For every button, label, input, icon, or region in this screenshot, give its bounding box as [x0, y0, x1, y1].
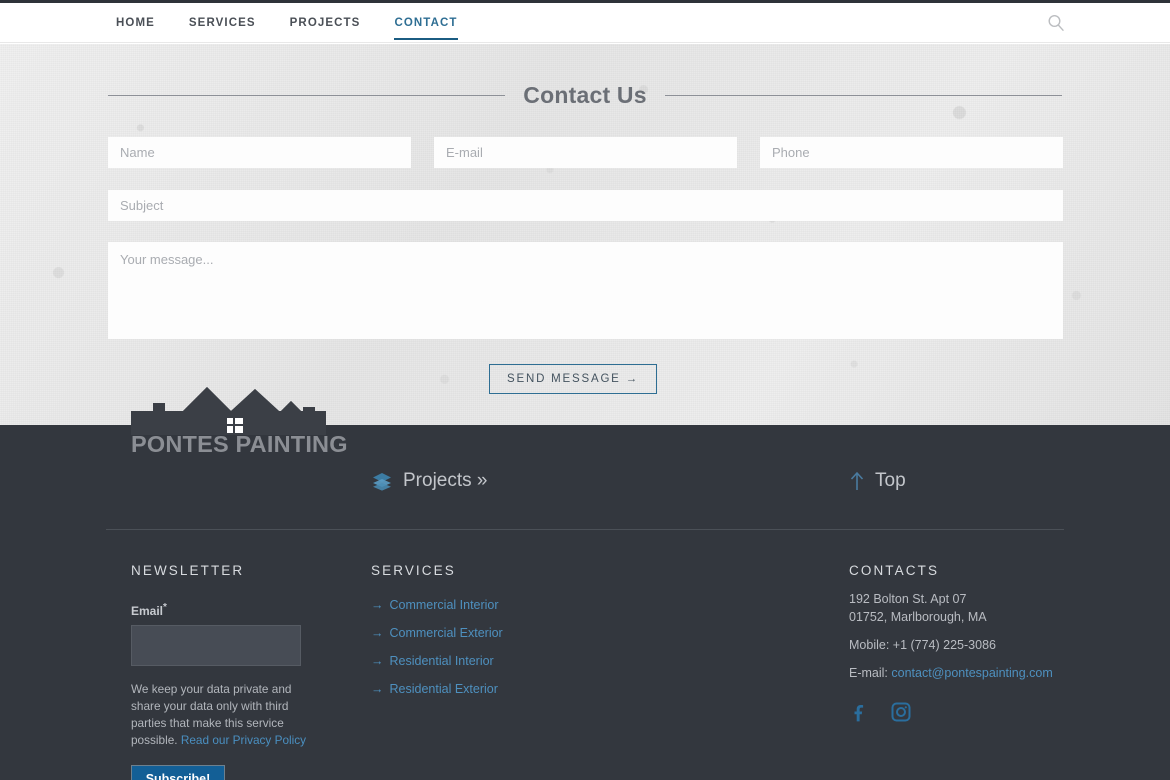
arrow-right-icon: → [371, 598, 384, 612]
contacts-heading: CONTACTS [849, 563, 940, 578]
name-input[interactable] [108, 137, 411, 168]
nav-items: HOME SERVICES PROJECTS CONTACT [116, 3, 492, 43]
page-root: HOME SERVICES PROJECTS CONTACT Contact U… [0, 0, 1170, 780]
phone-input[interactable] [760, 137, 1063, 168]
title-rule-left [108, 95, 506, 96]
service-link-commercial-interior[interactable]: → Commercial Interior [371, 598, 631, 612]
arrow-right-icon: → [371, 654, 384, 668]
email-input[interactable] [434, 137, 737, 168]
layers-icon [373, 473, 391, 491]
logo-text: PONTES PAINTING [131, 431, 348, 457]
instagram-icon[interactable] [891, 702, 911, 722]
service-link-commercial-exterior[interactable]: → Commercial Exterior [371, 626, 631, 640]
nav-item-projects[interactable]: PROJECTS [290, 3, 361, 43]
service-link-residential-interior[interactable]: → Residential Interior [371, 654, 631, 668]
mobile-line: Mobile: +1 (774) 225-3086 [849, 638, 996, 652]
email-prefix: E-mail: [849, 666, 892, 680]
nav-item-home[interactable]: HOME [116, 3, 155, 43]
newsletter-email-input[interactable] [131, 625, 301, 666]
footer-quick-links: Projects » Top [0, 470, 1170, 500]
newsletter-privacy-text: We keep your data private and share your… [131, 681, 323, 749]
footer-divider [106, 529, 1064, 530]
back-to-top-label: Top [875, 470, 906, 491]
subscribe-button[interactable]: Subscribe! [131, 765, 225, 780]
services-list: → Commercial Interior → Commercial Exterio… [371, 598, 631, 696]
address-line-2: 01752, Marlborough, MA [849, 610, 987, 624]
arrow-right-icon: → [371, 626, 384, 640]
projects-link[interactable]: Projects » [371, 470, 487, 492]
newsletter-email-label: Email* [131, 602, 326, 618]
newsletter-heading: NEWSLETTER [131, 563, 245, 578]
privacy-policy-link[interactable]: Read our Privacy Policy [181, 733, 306, 747]
email-link[interactable]: contact@pontespainting.com [891, 666, 1052, 680]
email-line: E-mail: contact@pontespainting.com [849, 666, 1129, 680]
newsletter-email-label-text: Email [131, 604, 164, 618]
footer-column-newsletter: NEWSLETTER Email* We keep your data priv… [131, 563, 326, 780]
required-mark: * [163, 602, 167, 613]
address-line-1: 192 Bolton St. Apt 07 [849, 592, 967, 606]
facebook-icon[interactable] [849, 702, 869, 722]
arrow-up-icon [850, 471, 864, 490]
title-rule-right [664, 95, 1062, 96]
service-label: Residential Exterior [389, 682, 498, 696]
page-title: Contact Us [523, 82, 647, 108]
service-label: Residential Interior [389, 654, 494, 668]
service-label: Commercial Interior [389, 598, 499, 612]
service-label: Commercial Exterior [389, 626, 503, 640]
message-textarea[interactable] [108, 242, 1063, 339]
top-navigation-bar: HOME SERVICES PROJECTS CONTACT [0, 3, 1170, 43]
section-title-row: Contact Us [108, 82, 1062, 109]
footer-column-services: SERVICES → Commercial Interior → Commercia… [371, 563, 631, 710]
subject-input[interactable] [108, 190, 1063, 221]
services-heading: SERVICES [371, 563, 456, 578]
site-logo[interactable]: PONTES PAINTING [131, 383, 348, 463]
back-to-top-link[interactable]: Top [849, 470, 906, 492]
arrow-right-icon: → [371, 682, 384, 696]
projects-link-label: Projects » [403, 470, 488, 491]
send-message-button[interactable]: SEND MESSAGE → [489, 364, 657, 394]
footer-column-contacts: CONTACTS 192 Bolton St. Apt 07 01752, Ma… [849, 563, 1129, 722]
service-link-residential-exterior[interactable]: → Residential Exterior [371, 682, 631, 696]
house-logo-icon [131, 387, 326, 435]
nav-item-services[interactable]: SERVICES [189, 3, 256, 43]
nav-item-contact[interactable]: CONTACT [394, 3, 458, 43]
search-icon[interactable] [1046, 13, 1066, 33]
social-links [849, 702, 1129, 722]
